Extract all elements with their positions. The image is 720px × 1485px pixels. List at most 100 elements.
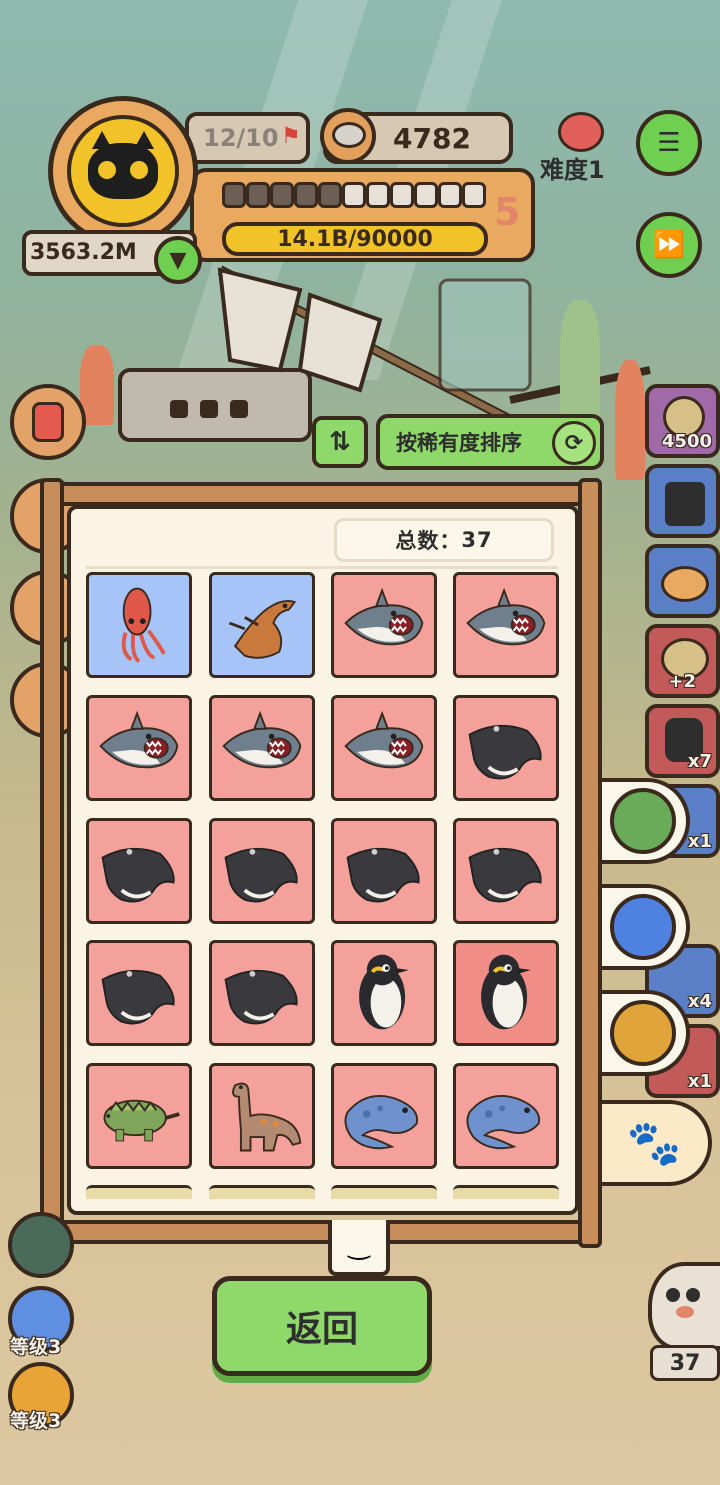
level-progress-panel: 14.1B/90000 5 [190, 168, 535, 262]
sort-by-rarity-button[interactable]: 按稀有度排序 ⟳ [376, 414, 604, 470]
avatar-inner [67, 115, 179, 227]
manta-icon [468, 724, 542, 780]
menu-list-icon: ☰ [657, 128, 681, 158]
creature-card-manta[interactable] [209, 818, 315, 924]
sort-order-button[interactable]: ⇅ [312, 416, 368, 468]
plesiosaur-icon [344, 1095, 419, 1150]
progress-segment [270, 182, 294, 208]
tab-green-category[interactable] [600, 778, 690, 864]
shark-icon [222, 710, 302, 769]
player-avatar[interactable] [48, 96, 198, 246]
creature-card-ankylosaurus[interactable] [86, 1063, 192, 1169]
progress-bar: 14.1B/90000 [222, 222, 488, 256]
divider [86, 566, 558, 569]
robot-icon [32, 402, 64, 442]
coin-value: 4782 [393, 122, 471, 155]
manta-icon [346, 847, 420, 903]
creature-card-penguin[interactable] [453, 940, 559, 1046]
creature-card-plesiosaur[interactable] [453, 1063, 559, 1169]
pet-count: 37 [650, 1345, 720, 1381]
refresh-icon: ⟳ [552, 421, 596, 465]
creature-card-penguin[interactable] [331, 940, 437, 1046]
progress-segment [318, 182, 342, 208]
creature-card-manta[interactable] [209, 940, 315, 1046]
progress-segment [414, 182, 438, 208]
shark-icon [99, 710, 179, 769]
bowl-coin-icon [320, 108, 376, 164]
frame-left-post [40, 478, 64, 1248]
progress-segment [462, 182, 486, 208]
fast-forward-button[interactable]: ⏩ [636, 212, 702, 278]
shark-icon [344, 587, 424, 646]
creature-card-plesiosaur[interactable] [331, 1063, 437, 1169]
manta-icon [468, 847, 542, 903]
creature-card-manta[interactable] [86, 940, 192, 1046]
stage-counter: 12/10 ⚑ [185, 112, 310, 164]
item-bag[interactable]: x7 [645, 704, 720, 778]
item-shirt[interactable] [645, 464, 720, 538]
plesiosaur-icon [466, 1095, 541, 1150]
progress-segment [294, 182, 318, 208]
creature-card-manta[interactable] [86, 818, 192, 924]
total-value: 37 [461, 528, 493, 552]
manta-icon [101, 847, 175, 903]
creature-card-shark[interactable] [331, 695, 437, 801]
shark-icon [344, 710, 424, 769]
progress-segment [366, 182, 390, 208]
left-badge-top[interactable] [8, 1212, 74, 1278]
level-number: 5 [494, 190, 521, 234]
creature-card-squid[interactable] [86, 572, 192, 678]
creature-card-dino-orange[interactable] [209, 572, 315, 678]
item-4500[interactable]: 4500 [645, 384, 720, 458]
progress-segment [342, 182, 366, 208]
creature-card-manta[interactable] [453, 818, 559, 924]
seaweed-decoration [560, 300, 600, 420]
paw-icon: 🐾 [626, 1118, 682, 1169]
stage-text: 12/10 [203, 124, 279, 152]
level-badge-label: 等级3 [10, 1336, 62, 1358]
back-button[interactable]: 返回 [212, 1276, 432, 1376]
side-shop-button[interactable] [10, 384, 86, 460]
sort-icon: ⇅ [329, 427, 351, 457]
manta-icon [224, 847, 298, 903]
item-plus2[interactable]: +2 [645, 624, 720, 698]
penguin-icon [481, 954, 531, 1030]
creature-card-shark[interactable] [453, 572, 559, 678]
progress-text: 14.1B/90000 [277, 226, 433, 252]
tab-gold-category[interactable] [600, 990, 690, 1076]
next-row-peek [86, 1185, 192, 1199]
menu-button[interactable]: ☰ [636, 110, 702, 176]
money-dropdown-button[interactable]: ▼ [154, 236, 202, 284]
creature-card-shark[interactable] [86, 695, 192, 801]
total-label: 总数： [395, 529, 462, 553]
creature-card-shark[interactable] [331, 572, 437, 678]
progress-segments [222, 172, 492, 218]
pet-bird-icon[interactable] [648, 1262, 720, 1350]
penguin-icon [359, 954, 409, 1030]
shirt-icon [665, 482, 705, 526]
collapse-tab[interactable]: ‿ [328, 1220, 390, 1276]
creature-card-sauropod[interactable] [209, 1063, 315, 1169]
frame-top-beam [40, 482, 602, 506]
next-row-peek [209, 1185, 315, 1199]
sauropod-icon [232, 1082, 302, 1152]
manta-icon [101, 969, 175, 1025]
tab-paw-category[interactable]: 🐾 [600, 1100, 712, 1186]
item-bowl[interactable] [645, 544, 720, 618]
difficulty-flower-icon [558, 112, 604, 152]
frame-bottom-beam [40, 1220, 602, 1244]
progress-segment [438, 182, 462, 208]
skull-icon [610, 1000, 676, 1066]
green-creature-icon [610, 788, 676, 854]
creature-card-shark[interactable] [209, 695, 315, 801]
difficulty-label: 难度1 [540, 156, 605, 184]
money-value: 3563.2M [30, 240, 137, 265]
creature-card-manta[interactable] [453, 695, 559, 801]
dino-orange-icon [228, 599, 297, 659]
squid-icon [121, 587, 166, 663]
bowl-icon [661, 566, 709, 602]
fast-forward-icon: ⏩ [652, 230, 686, 260]
blue-creature-icon [610, 894, 676, 960]
tab-blue-category[interactable] [600, 884, 690, 970]
creature-card-manta[interactable] [331, 818, 437, 924]
